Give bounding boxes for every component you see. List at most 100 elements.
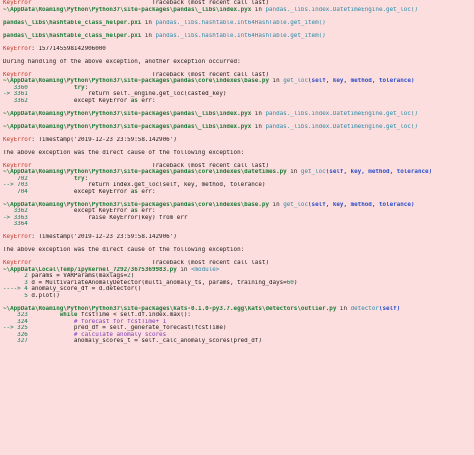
traceback-text: pandas\_libs\hashtable_class_helper.pxi — [3, 32, 142, 39]
traceback-text: in — [141, 19, 156, 26]
traceback-text: in — [269, 201, 284, 208]
traceback-line: 327 anomaly_scores_t = self._calc_anomal… — [3, 338, 474, 345]
traceback-text: During handling of the above exception, … — [3, 58, 241, 65]
traceback-text: 5 — [3, 292, 28, 299]
traceback-text: d.plot() — [27, 292, 60, 299]
traceback-text: pandas._libs.index.DatetimeEngine.get_lo… — [265, 110, 418, 117]
traceback-text: in — [251, 6, 266, 13]
traceback-text: raise KeyError(key) from err — [27, 214, 188, 221]
traceback-text: KeyError — [3, 162, 32, 169]
traceback-text: try — [73, 84, 85, 91]
traceback-text: 3362 — [3, 97, 28, 104]
traceback-text: d = MultivariateAnomalyDetector(multi_an… — [27, 279, 287, 286]
traceback-text: pandas._libs.index.DatetimeEngine.get_lo… — [265, 123, 418, 130]
traceback-text: 60 — [286, 279, 294, 286]
traceback-text: # calculate anomaly scores — [27, 331, 167, 338]
traceback-text: ~\AppData\Roaming\Python\Python37\site-p… — [3, 169, 287, 175]
traceback-text: : Timestamp('2019-12-23 23:59:58.142906'… — [31, 136, 177, 143]
traceback-text: <module> — [190, 266, 220, 273]
traceback-text: anomaly_scores_t = self._calc_anomaly_sc… — [27, 338, 262, 344]
traceback-text: : 1577145598142906000 — [31, 45, 106, 52]
traceback-text: ----> 4 — [3, 286, 28, 292]
traceback-text: (self, key, method, tolerance) — [308, 78, 415, 84]
traceback-text: (self, key, method, tolerance) — [308, 201, 415, 208]
traceback-text: except KeyError — [27, 97, 131, 104]
traceback-text: 327 — [3, 338, 28, 344]
traceback-text — [28, 85, 74, 91]
traceback-text: ) — [130, 273, 135, 279]
traceback-text: The above exception was the direct cause… — [3, 149, 245, 156]
traceback-text: get_loc — [283, 78, 309, 84]
traceback-text: KeyError — [3, 0, 32, 6]
traceback-text: pandas._libs.index.DatetimeEngine.get_lo… — [265, 6, 418, 13]
traceback-text: --> 325 — [3, 325, 28, 331]
traceback-text: Traceback (most recent call last) — [31, 71, 269, 78]
traceback-text: The above exception was the direct cause… — [3, 247, 245, 253]
traceback-text: in — [176, 266, 191, 273]
traceback-output: KeyError Traceback (most recent call las… — [0, 0, 474, 455]
traceback-text: 326 — [3, 331, 28, 338]
traceback-text: (self, key, method, tolerance) — [325, 169, 433, 175]
traceback-text: in — [286, 169, 301, 175]
traceback-text: --> 703 — [3, 182, 28, 188]
traceback-text: Traceback (most recent call last) — [31, 0, 269, 6]
traceback-text: KeyError — [3, 45, 32, 52]
traceback-text: ~\AppData\Local\Temp/ipykernel_7292/3675… — [3, 266, 177, 273]
traceback-text: return Index.get_loc(self, key, method, … — [27, 182, 266, 188]
traceback-text: ~\AppData\Roaming\Python\Python37\site-p… — [3, 201, 269, 208]
traceback-text: in — [269, 78, 284, 84]
traceback-text: ~\AppData\Roaming\Python\Python37\site-p… — [3, 78, 269, 84]
traceback-text: ~\AppData\Roaming\Python\Python37\site-p… — [3, 6, 252, 13]
traceback-text: err: — [137, 188, 156, 195]
traceback-text: -> 3361 — [3, 91, 28, 97]
traceback-text: in — [141, 32, 156, 39]
traceback-text: (self) — [378, 305, 401, 312]
traceback-text: pred_df = self._generate_forecast(fcstTi… — [27, 325, 227, 331]
traceback-text: detector — [350, 305, 379, 312]
traceback-text: pandas._libs.hashtable.Int64HashTable.ge… — [155, 19, 326, 26]
traceback-text: err: — [137, 97, 156, 104]
traceback-text: : Timestamp('2019-12-23 23:59:58.142906'… — [31, 234, 177, 240]
traceback-text: ~\AppData\Roaming\Python\Python37\site-p… — [3, 305, 337, 312]
traceback-text: 324 — [3, 318, 28, 325]
traceback-text: in — [336, 305, 351, 312]
traceback-text: anomaly_score_df = d.detector() — [27, 286, 142, 292]
traceback-text: as — [130, 188, 138, 195]
traceback-text: 3360 — [3, 84, 28, 91]
traceback-text: try — [73, 175, 85, 182]
traceback-text: while — [59, 312, 78, 318]
traceback-text: as — [130, 208, 138, 214]
traceback-text: ~\AppData\Roaming\Python\Python37\site-p… — [3, 123, 252, 130]
traceback-text: params = VARParams(maxlags= — [27, 273, 128, 279]
traceback-text: get_loc — [283, 201, 309, 208]
traceback-text: KeyError — [3, 71, 32, 78]
traceback-text: KeyError — [3, 260, 32, 266]
traceback-text — [28, 312, 60, 318]
traceback-text: pandas\_libs\hashtable_class_helper.pxi — [3, 19, 142, 26]
traceback-text: as — [130, 97, 138, 104]
traceback-text: : — [84, 84, 89, 91]
traceback-text: 704 — [3, 188, 28, 195]
traceback-text: 702 — [3, 175, 28, 182]
traceback-text — [28, 176, 74, 182]
traceback-text: 2 — [3, 273, 28, 279]
traceback-text: : — [84, 175, 89, 182]
traceback-text: 3362 — [3, 208, 28, 214]
traceback-text: except KeyError — [27, 208, 131, 214]
traceback-text: get_loc — [300, 169, 326, 175]
traceback-text: 323 — [3, 312, 28, 318]
traceback-text: ~\AppData\Roaming\Python\Python37\site-p… — [3, 110, 252, 117]
traceback-text: 3 — [3, 279, 28, 286]
traceback-text: return self._engine.get_loc(casted_key) — [27, 91, 227, 97]
traceback-text: ) — [293, 279, 298, 286]
traceback-text: Traceback (most recent call last) — [31, 260, 269, 266]
traceback-text: in — [251, 123, 266, 130]
traceback-text: fcstTime < self.df.index.max(): — [77, 312, 191, 318]
traceback-text: # forecast for fcstTime+ 1 — [27, 318, 167, 325]
traceback-text: except KeyError — [27, 188, 131, 195]
traceback-text: KeyError — [3, 234, 32, 240]
traceback-text: in — [251, 110, 266, 117]
traceback-text: 3364 — [3, 221, 28, 227]
traceback-text: -> 3363 — [3, 214, 28, 221]
traceback-text: pandas._libs.hashtable.Int64HashTable.ge… — [155, 32, 326, 39]
